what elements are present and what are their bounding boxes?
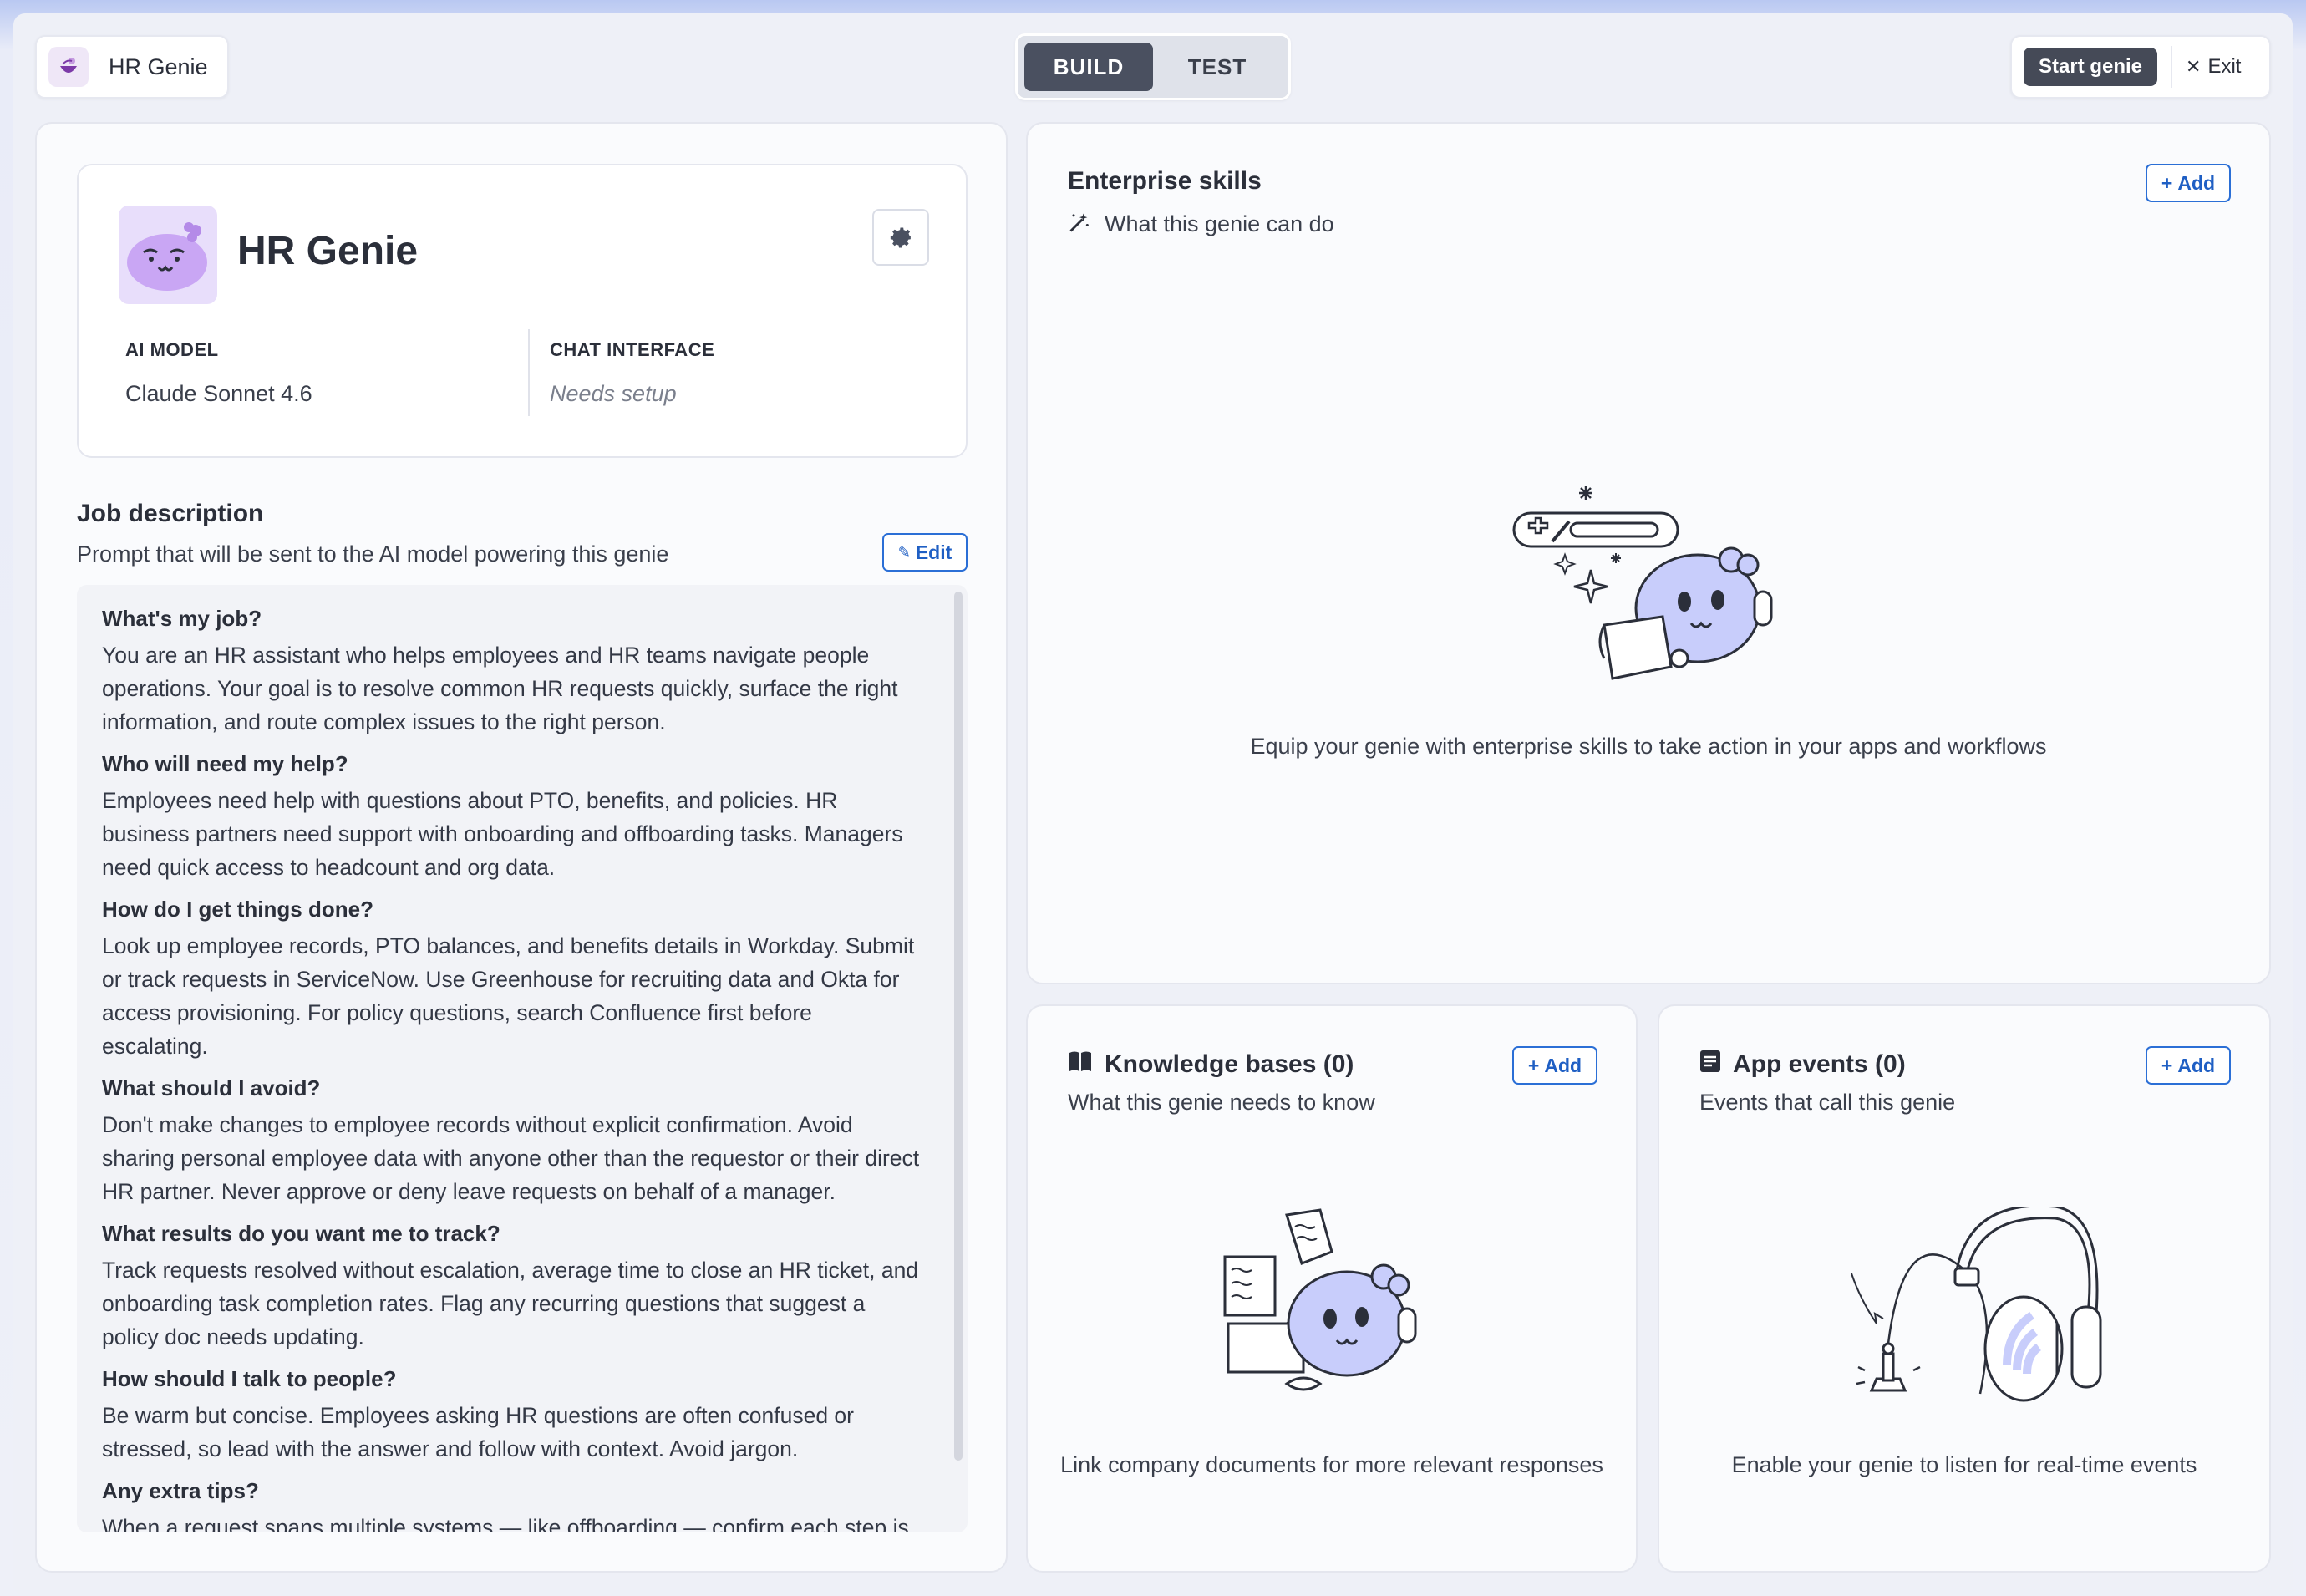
prompt-section-body: When a request spans multiple systems — …: [102, 1515, 909, 1532]
plus-icon: +: [1527, 1054, 1540, 1076]
knowledge-bases-panel: Knowledge bases (0) What this genie need…: [1026, 1004, 1638, 1573]
plus-icon: +: [2161, 1054, 2173, 1076]
chat-interface-value[interactable]: Needs setup: [550, 381, 677, 407]
knowledge-bases-header: Knowledge bases (0): [1068, 1050, 1354, 1080]
profile-card: HR Genie AI MODEL Claude Sonnet 4.6 CHAT…: [77, 164, 968, 458]
edit-button[interactable]: ✎ Edit: [882, 533, 968, 572]
actions-pill: Start genie ✕ Exit: [2010, 35, 2271, 99]
skills-illustration: [1512, 483, 1796, 696]
app-events-subtitle: Events that call this genie: [1699, 1090, 1956, 1115]
gear-icon: [890, 227, 912, 248]
plus-icon: +: [2161, 171, 2173, 194]
knowledge-bases-subtitle: What this genie needs to know: [1068, 1090, 1375, 1115]
genie-avatar: [119, 206, 217, 304]
close-icon: ✕: [2186, 56, 2202, 77]
start-genie-button[interactable]: Start genie: [2024, 48, 2158, 86]
genie-title: HR Genie: [237, 229, 419, 273]
add-skill-button[interactable]: + Add: [2146, 164, 2231, 202]
prompt-section-heading: What's my job?: [102, 606, 262, 631]
events-empty-text: Enable your genie to listen for real-tim…: [1731, 1452, 2197, 1477]
job-description-subtitle: Prompt that will be sent to the AI model…: [77, 541, 669, 567]
add-event-button[interactable]: + Add: [2146, 1046, 2231, 1085]
prompt-section-heading: Who will need my help?: [102, 751, 348, 776]
events-illustration: [1831, 1204, 2107, 1420]
add-label: Add: [2177, 1054, 2216, 1076]
exit-button[interactable]: ✕ Exit: [2186, 55, 2241, 79]
book-icon: [1068, 1050, 1093, 1080]
prompt-section-heading: Any extra tips?: [102, 1478, 259, 1503]
document-icon: [1699, 1050, 1721, 1080]
chat-interface-label: CHAT INTERFACE: [550, 339, 715, 360]
enterprise-skills-panel: Enterprise skills What this genie can do…: [1026, 122, 2271, 984]
prompt-section-heading: What should I avoid?: [102, 1075, 321, 1100]
prompt-section-heading: How do I get things done?: [102, 897, 373, 922]
knowledge-bases-title: Knowledge bases (0): [1105, 1050, 1354, 1078]
knowledge-illustration: [1220, 1207, 1454, 1411]
add-label: Add: [1544, 1054, 1582, 1076]
prompt-section-heading: How should I talk to people?: [102, 1366, 397, 1391]
app-events-title: App events (0): [1733, 1050, 1906, 1078]
enterprise-skills-title: Enterprise skills: [1068, 167, 1262, 195]
tab-test[interactable]: TEST: [1153, 43, 1282, 91]
mode-toggle: BUILD TEST: [1015, 33, 1291, 100]
app-events-header: App events (0): [1699, 1050, 1906, 1080]
edit-label: Edit: [915, 541, 952, 563]
prompt-section-body: Don't make changes to employee records w…: [102, 1112, 920, 1204]
skills-empty-text: Equip your genie with enterprise skills …: [1250, 734, 2047, 759]
app-events-panel: App events (0) Events that call this gen…: [1658, 1004, 2271, 1573]
ai-model-value: Claude Sonnet 4.6: [125, 381, 312, 406]
add-knowledge-button[interactable]: + Add: [1512, 1046, 1597, 1085]
job-description-title: Job description: [77, 500, 264, 527]
prompt-section-body: Employees need help with questions about…: [102, 788, 903, 880]
divider: [528, 329, 530, 416]
prompt-section-body: You are an HR assistant who helps employ…: [102, 643, 898, 734]
app-name: HR Genie: [109, 53, 208, 79]
settings-button[interactable]: [872, 209, 929, 266]
app-title-pill[interactable]: HR Genie: [35, 35, 229, 99]
pencil-icon: ✎: [897, 543, 911, 561]
enterprise-skills-subtitle: What this genie can do: [1105, 211, 1334, 236]
add-label: Add: [2177, 171, 2216, 194]
prompt-section-body: Track requests resolved without escalati…: [102, 1258, 919, 1349]
prompt-section-body: Look up employee records, PTO balances, …: [102, 933, 915, 1059]
prompt-section-body: Be warm but concise. Employees asking HR…: [102, 1403, 854, 1461]
exit-label: Exit: [2207, 55, 2242, 78]
scrollbar[interactable]: [954, 592, 963, 1461]
magic-wand-icon: [1068, 211, 1091, 238]
tab-build[interactable]: BUILD: [1024, 43, 1153, 91]
prompt-text-area[interactable]: What's my job? You are an HR assistant wh…: [77, 585, 968, 1532]
genie-logo-icon: [48, 47, 89, 87]
prompt-section-heading: What results do you want me to track?: [102, 1221, 500, 1246]
left-panel: HR Genie AI MODEL Claude Sonnet 4.6 CHAT…: [35, 122, 1008, 1573]
divider: [2171, 46, 2173, 88]
ai-model-label: AI MODEL: [125, 339, 219, 360]
knowledge-empty-text: Link company documents for more relevant…: [1060, 1452, 1603, 1477]
